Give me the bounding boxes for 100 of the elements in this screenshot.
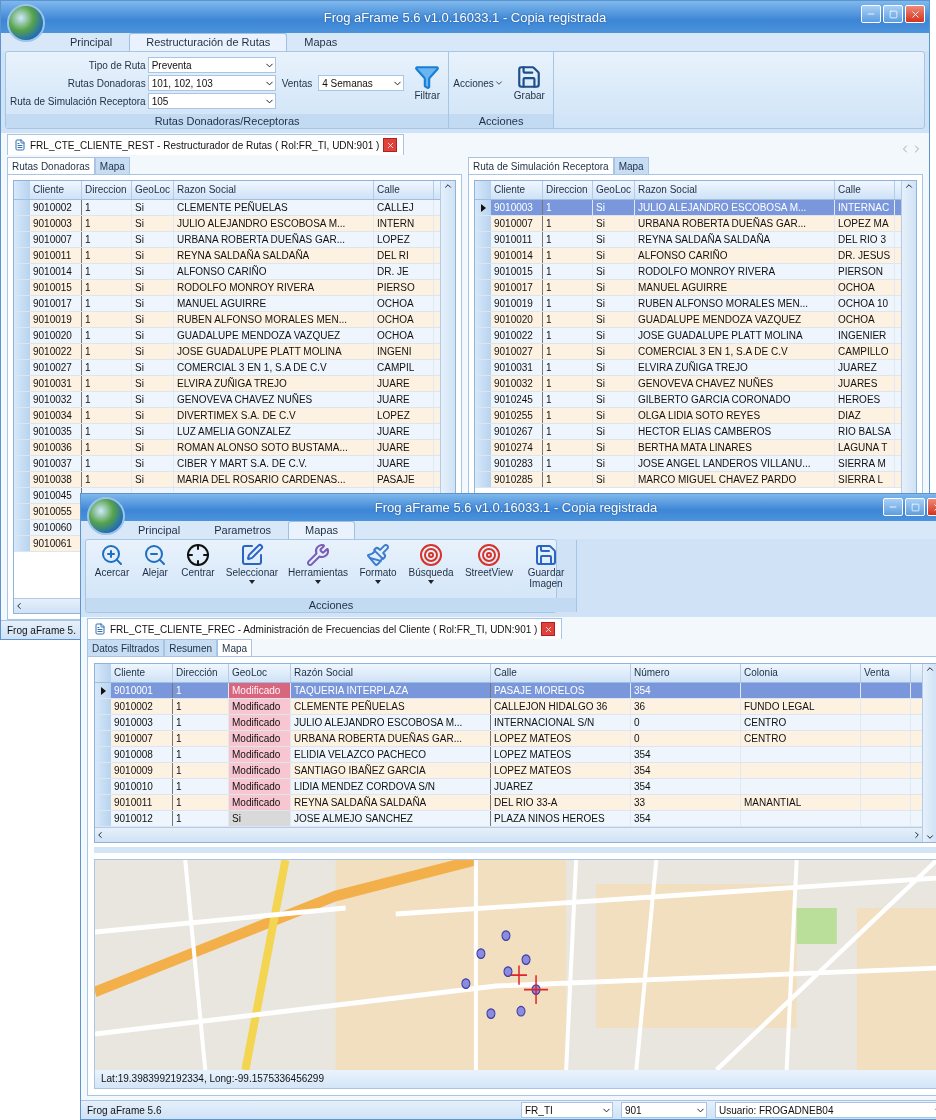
ribbon-tab[interactable]: Restructuración de Rutas bbox=[129, 33, 288, 51]
table-cell: 1 bbox=[543, 328, 593, 343]
table-cell: FUNDO LEGAL bbox=[741, 699, 861, 714]
table-cell: GILBERTO GARCIA CORONADO bbox=[635, 392, 835, 407]
panel-tab[interactable]: Mapa bbox=[94, 157, 130, 174]
column-header[interactable]: GeoLoc bbox=[132, 181, 174, 199]
ribbon-tab[interactable]: Mapas bbox=[288, 521, 356, 539]
toolbar-button[interactable]: Herramientas bbox=[284, 543, 352, 584]
document-tab[interactable]: FRL_CTE_CLIENTE_REST - Restructurador de Rutas ( Rol:FR_TI, UDN:901 ) bbox=[7, 134, 405, 155]
table-cell: PASAJE MORELOS bbox=[491, 683, 631, 698]
ribbon-tab[interactable]: Parametros bbox=[197, 521, 289, 539]
dropdown-field[interactable]: FR_TI bbox=[521, 1102, 613, 1118]
close-icon bbox=[909, 8, 921, 20]
dropdown-field[interactable]: 4 Semanas bbox=[318, 75, 405, 91]
table-cell: ALFONSO CARIÑO bbox=[174, 264, 374, 279]
ribbon-tab[interactable]: Principal bbox=[53, 33, 130, 51]
map-drawing[interactable] bbox=[95, 860, 936, 1070]
chevron-right-icon[interactable] bbox=[912, 830, 922, 840]
toolbar-button[interactable]: Seleccionar bbox=[222, 543, 282, 584]
table-cell: REYNA SALDAÑA SALDAÑA bbox=[635, 232, 835, 247]
table-cell: 9010274 bbox=[491, 440, 543, 455]
chevron-up-icon[interactable] bbox=[925, 664, 935, 674]
table-cell: 9010037 bbox=[30, 456, 82, 471]
minimize-button[interactable] bbox=[861, 5, 881, 23]
panel-tab[interactable]: Mapa bbox=[217, 639, 253, 656]
column-header[interactable]: Venta bbox=[861, 664, 911, 682]
dropdown-field[interactable]: 105 bbox=[147, 93, 276, 109]
column-header[interactable]: Direccion bbox=[82, 181, 132, 199]
chevron-left-icon[interactable] bbox=[95, 830, 105, 840]
panel-tab[interactable]: Rutas Donadoras bbox=[7, 157, 95, 174]
table-cell: 1 bbox=[543, 440, 593, 455]
table-cell: RODOLFO MONROY RIVERA bbox=[635, 264, 835, 279]
horizontal-scrollbar[interactable] bbox=[95, 827, 922, 842]
vertical-scrollbar[interactable] bbox=[922, 664, 936, 842]
column-header[interactable]: Calle bbox=[491, 664, 631, 682]
column-header[interactable]: GeoLoc bbox=[593, 181, 635, 199]
table-cell: 1 bbox=[82, 472, 132, 487]
column-header[interactable]: Cliente bbox=[111, 664, 173, 682]
column-header[interactable]: Direccion bbox=[543, 181, 593, 199]
save-button[interactable]: Grabar bbox=[509, 62, 549, 104]
table-cell: 354 bbox=[631, 747, 741, 762]
column-header[interactable]: Razon Social bbox=[174, 181, 374, 199]
column-header[interactable]: GeoLoc bbox=[229, 664, 291, 682]
coordinates-text: Lat:19.3983992192334, Long:-99.1575336456299 bbox=[95, 1070, 936, 1088]
filter-button[interactable]: Filtrar bbox=[410, 62, 445, 104]
actions-menu-button[interactable]: Acciones bbox=[453, 77, 504, 89]
close-button[interactable] bbox=[905, 5, 925, 23]
table-cell: Modificado bbox=[229, 699, 291, 714]
panel-tab[interactable]: Ruta de Simulación Receptora bbox=[468, 157, 614, 174]
document-tab[interactable]: FRL_CTE_CLIENTE_FREC - Administración de Frecuencias del Cliente ( Rol:FR_TI, UDN:901 ) bbox=[87, 618, 563, 639]
column-header[interactable]: Razon Social bbox=[635, 181, 835, 199]
table-cell: URBANA ROBERTA DUEÑAS GAR... bbox=[291, 731, 491, 746]
column-header[interactable]: Razón Social bbox=[291, 664, 491, 682]
column-header[interactable]: Número bbox=[631, 664, 741, 682]
maximize-button[interactable] bbox=[905, 498, 925, 516]
table-cell: 1 bbox=[82, 264, 132, 279]
toolbar-button[interactable]: Guardar Imagen bbox=[520, 543, 572, 589]
toolbar-button[interactable]: Alejar bbox=[136, 543, 174, 578]
toolbar-button[interactable]: StreetView bbox=[460, 543, 518, 578]
table-cell: Si bbox=[229, 811, 291, 826]
table-cell: 9010015 bbox=[30, 280, 82, 295]
globe-logo-icon[interactable] bbox=[7, 4, 45, 42]
column-header[interactable]: Colonia bbox=[741, 664, 861, 682]
table-cell: 1 bbox=[82, 360, 132, 375]
table-cell: 1 bbox=[543, 344, 593, 359]
chevron-up-icon[interactable] bbox=[904, 181, 914, 191]
toolbar-button[interactable]: Búsqueda bbox=[404, 543, 458, 584]
row-header[interactable] bbox=[95, 683, 111, 698]
table-cell: 9010267 bbox=[491, 424, 543, 439]
column-header[interactable]: Cliente bbox=[491, 181, 543, 199]
table-cell: OCHOA bbox=[374, 312, 434, 327]
column-header[interactable]: Calle bbox=[374, 181, 434, 199]
chevron-left-icon[interactable] bbox=[14, 601, 24, 611]
column-header[interactable]: Calle bbox=[835, 181, 895, 199]
dropdown-field[interactable]: 101, 102, 103 bbox=[147, 75, 276, 91]
minimize-button[interactable] bbox=[883, 498, 903, 516]
chevron-up-icon[interactable] bbox=[443, 181, 453, 191]
panel-tab[interactable]: Resumen bbox=[164, 639, 218, 656]
toolbar-button[interactable]: Formato bbox=[354, 543, 402, 584]
panel-tab[interactable]: Datos Filtrados bbox=[87, 639, 165, 656]
toolbar-button[interactable]: Centrar bbox=[176, 543, 220, 578]
row-header[interactable] bbox=[475, 200, 491, 215]
close-icon[interactable] bbox=[541, 622, 556, 636]
dropdown-field[interactable]: 901 bbox=[621, 1102, 707, 1118]
table-cell: DR. JESUS bbox=[835, 248, 895, 263]
column-header[interactable]: Cliente bbox=[30, 181, 82, 199]
panel-tab[interactable]: Mapa bbox=[613, 157, 649, 174]
globe-logo-icon[interactable] bbox=[87, 497, 125, 535]
table-cell: JUAREZ bbox=[491, 779, 631, 794]
close-icon[interactable] bbox=[383, 138, 398, 152]
chevron-down-icon[interactable] bbox=[925, 832, 935, 842]
column-header[interactable]: Dirección bbox=[173, 664, 229, 682]
dropdown-field[interactable]: Preventa bbox=[147, 57, 276, 73]
dropdown-field[interactable]: Usuario: FROGADNEB04 bbox=[715, 1102, 936, 1118]
table-cell: GENOVEVA CHAVEZ NUÑES bbox=[635, 376, 835, 391]
maximize-button[interactable] bbox=[883, 5, 903, 23]
table-cell: OCHOA bbox=[374, 328, 434, 343]
toolbar-button[interactable]: Acercar bbox=[90, 543, 134, 578]
ribbon-tab[interactable]: Principal bbox=[121, 521, 198, 539]
ribbon-tab[interactable]: Mapas bbox=[287, 33, 355, 51]
